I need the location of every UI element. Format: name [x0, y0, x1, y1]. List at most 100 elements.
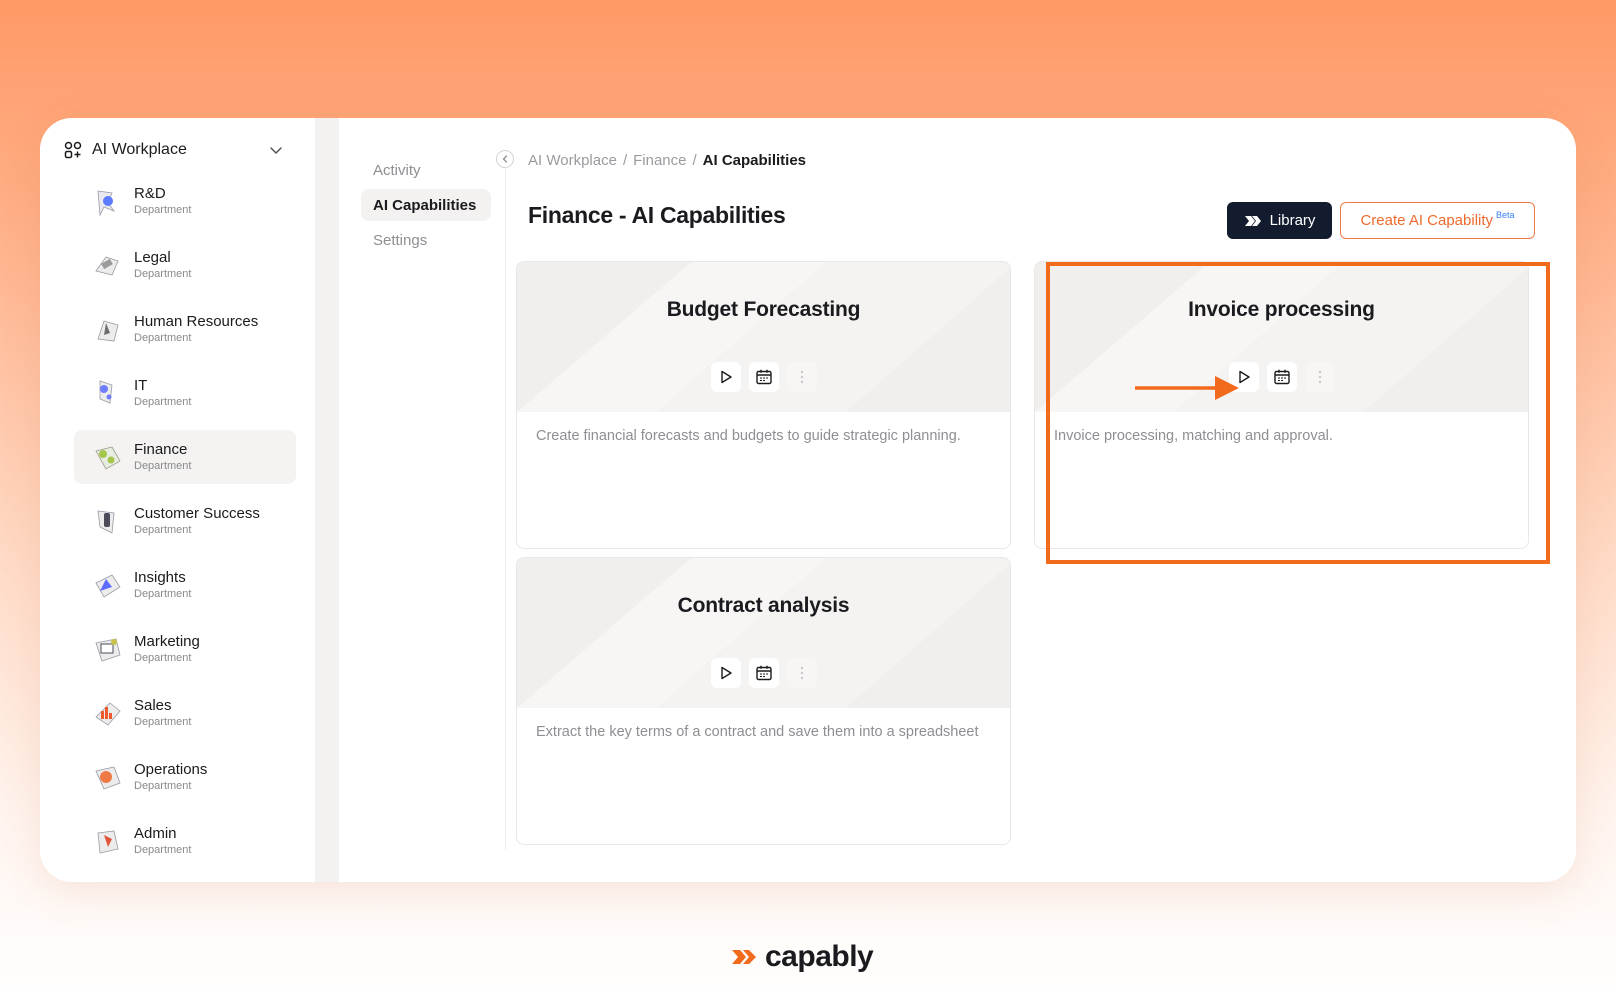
calendar-icon: [755, 665, 772, 681]
department-name: Legal: [134, 248, 171, 266]
department-name: Sales: [134, 696, 172, 714]
department-subtitle: Department: [134, 587, 192, 600]
more-options-button[interactable]: [786, 658, 817, 688]
card-description: Extract the key terms of a contract and …: [536, 724, 979, 740]
calendar-icon: [755, 369, 772, 385]
section-nav-divider: [505, 150, 506, 850]
card-actions: [517, 658, 1010, 688]
workspace-icon: [64, 141, 82, 159]
breadcrumb: AI Workplace / Finance / AI Capabilities: [528, 152, 806, 169]
breadcrumb-separator: /: [692, 152, 697, 169]
brand-name: capably: [765, 940, 874, 973]
card-header: Invoice processing: [1035, 262, 1528, 412]
capably-logo-icon: [732, 950, 756, 964]
sidebar-item-marketing[interactable]: Marketing Department: [74, 622, 296, 676]
department-name: Finance: [134, 440, 188, 458]
section-nav: Activity AI Capabilities Settings: [361, 154, 491, 259]
department-list: R&D Department Legal Department Human Re…: [74, 174, 296, 878]
insights-illustration-icon: [95, 574, 121, 598]
sidebar-item-finance[interactable]: Finance Department: [74, 430, 296, 484]
library-icon: [1244, 215, 1261, 226]
sidebar-item-rnd[interactable]: R&D Department: [74, 174, 296, 228]
more-options-button[interactable]: [1304, 362, 1335, 392]
sidebar-item-insights[interactable]: Insights Department: [74, 558, 296, 612]
more-options-button[interactable]: [786, 362, 817, 392]
breadcrumb-separator: /: [622, 152, 628, 169]
department-subtitle: Department: [134, 651, 192, 664]
department-subtitle: Department: [134, 395, 192, 408]
page-title: Finance - AI Capabilities: [528, 202, 786, 228]
department-name: Admin: [134, 824, 177, 842]
chevron-left-icon: [502, 155, 508, 163]
run-button[interactable]: [710, 362, 741, 392]
department-name: IT: [134, 376, 148, 394]
department-name: Customer Success: [134, 504, 260, 522]
play-icon: [720, 666, 732, 680]
library-button[interactable]: Library: [1227, 202, 1332, 239]
tab-ai-capabilities[interactable]: AI Capabilities: [361, 189, 491, 221]
chevron-down-icon[interactable]: [268, 142, 284, 158]
library-button-label: Library: [1269, 212, 1316, 229]
arrow-right-icon: [1135, 376, 1239, 400]
department-name: Operations: [134, 760, 208, 778]
card-title: Contract analysis: [677, 594, 850, 617]
card-header: Budget Forecasting: [517, 262, 1010, 412]
tab-settings[interactable]: Settings: [361, 224, 491, 256]
sidebar-item-admin[interactable]: Admin Department: [74, 814, 296, 868]
department-name: Insights: [134, 568, 186, 586]
department-subtitle: Department: [134, 715, 192, 728]
sidebar-item-human-resources[interactable]: Human Resources Department: [74, 302, 296, 356]
department-name: R&D: [134, 184, 166, 202]
sales-illustration-icon: [95, 702, 121, 726]
schedule-button[interactable]: [748, 658, 779, 688]
sidebar-item-sales[interactable]: Sales Department: [74, 686, 296, 740]
admin-illustration-icon: [97, 830, 119, 854]
workspace-title: AI Workplace: [92, 141, 187, 158]
card-title: Budget Forecasting: [666, 298, 861, 321]
legal-illustration-icon: [95, 256, 119, 276]
department-name: Marketing: [134, 632, 200, 650]
beta-badge: Beta: [1496, 209, 1515, 220]
calendar-icon: [1273, 369, 1290, 385]
department-subtitle: Department: [134, 843, 192, 856]
app-window: AI Workplace R&D Department Legal Depart…: [40, 118, 1576, 882]
hr-illustration-icon: [97, 320, 119, 342]
sidebar-divider: [315, 118, 339, 882]
department-subtitle: Department: [134, 459, 192, 472]
run-button[interactable]: [710, 658, 741, 688]
sidebar-item-legal[interactable]: Legal Department: [74, 238, 296, 292]
schedule-button[interactable]: [1266, 362, 1297, 392]
card-header: Contract analysis: [517, 558, 1010, 708]
department-subtitle: Department: [134, 203, 192, 216]
breadcrumb-finance[interactable]: Finance: [633, 152, 686, 169]
sidebar: AI Workplace R&D Department Legal Depart…: [40, 118, 315, 882]
more-vertical-icon: [800, 666, 803, 680]
breadcrumb-workspace[interactable]: AI Workplace: [528, 152, 617, 169]
play-icon: [720, 370, 732, 384]
rnd-illustration-icon: [97, 190, 116, 217]
marketing-illustration-icon: [95, 638, 121, 662]
breadcrumb-current: AI Capabilities: [702, 152, 807, 169]
more-vertical-icon: [1318, 370, 1321, 384]
sidebar-item-customer-success[interactable]: Customer Success Department: [74, 494, 296, 548]
card-actions: [1035, 362, 1528, 392]
collapse-nav-button[interactable]: [496, 150, 514, 168]
card-description: Invoice processing, matching and approva…: [1054, 428, 1333, 444]
create-button-label: Create AI Capability: [1360, 212, 1494, 229]
tab-activity[interactable]: Activity: [361, 154, 491, 186]
workspace-switcher[interactable]: AI Workplace: [64, 134, 284, 166]
capability-card-budget-forecasting[interactable]: Budget Forecasting Create financial fore…: [516, 261, 1011, 549]
capability-card-contract-analysis[interactable]: Contract analysis Extract the key terms …: [516, 557, 1011, 845]
card-description: Create financial forecasts and budgets t…: [536, 428, 961, 444]
create-ai-capability-button[interactable]: Create AI Capability Beta: [1340, 202, 1535, 239]
finance-illustration-icon: [95, 446, 121, 470]
sidebar-item-operations[interactable]: Operations Department: [74, 750, 296, 804]
brand-logo: capably: [731, 940, 874, 974]
capability-card-invoice-processing[interactable]: Invoice processing Invoice processing, m…: [1034, 261, 1529, 549]
it-illustration-icon: [99, 380, 113, 404]
card-actions: [517, 362, 1010, 392]
schedule-button[interactable]: [748, 362, 779, 392]
sidebar-item-it[interactable]: IT Department: [74, 366, 296, 420]
customer-success-illustration-icon: [97, 510, 115, 534]
department-subtitle: Department: [134, 267, 192, 280]
